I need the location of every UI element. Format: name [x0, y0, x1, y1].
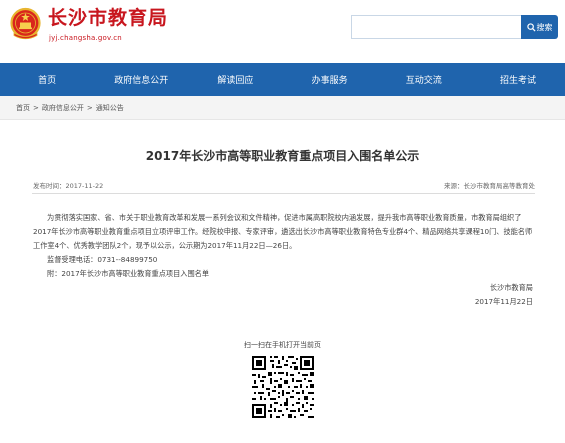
national-emblem-icon[interactable] [10, 7, 41, 41]
search-icon [526, 22, 536, 32]
signature-date: 2017年11月22日 [474, 297, 533, 306]
breadcrumb: 首页 > 政府信息公开 > 通知公告 [0, 96, 565, 120]
breadcrumb-notices[interactable]: 通知公告 [96, 103, 124, 113]
article-source: 来源：长沙市教育局高等教育处 [444, 182, 535, 190]
site-header: 长沙市教育局 jyj.changsha.gov.cn 搜索 [0, 0, 565, 62]
nav-item-interpretation[interactable]: 解读回应 [188, 63, 282, 96]
article-title: 2017年长沙市高等职业教育重点项目入围名单公示 [145, 149, 420, 163]
divider [32, 193, 535, 194]
article-paragraph: 为贯彻落实国家、省、市关于职业教育改革和发展一系列会议和文件精神，促进市属高职院… [33, 213, 533, 250]
article-paragraph-phone: 监督受理电话：0731--84899750 [47, 255, 158, 264]
breadcrumb-gov-info[interactable]: 政府信息公开 [42, 103, 84, 113]
breadcrumb-home[interactable]: 首页 [16, 103, 30, 113]
nav-item-home[interactable]: 首页 [0, 63, 94, 96]
search-button[interactable]: 搜索 [521, 15, 558, 39]
signature-org: 长沙市教育局 [489, 283, 533, 292]
article-attachment[interactable]: 附：2017年长沙市高等职业教育重点项目入围名单 [33, 267, 533, 281]
breadcrumb-separator: > [33, 103, 39, 112]
nav-item-admissions[interactable]: 招生考试 [471, 63, 565, 96]
site-domain: jyj.changsha.gov.cn [49, 34, 122, 42]
qr-caption: 扫一扫在手机打开当前页 [244, 341, 321, 349]
search-button-label: 搜索 [536, 22, 553, 32]
publish-date: 发布时间：2017-11-22 [33, 182, 104, 190]
nav-item-interaction[interactable]: 互动交流 [377, 63, 471, 96]
site-title[interactable]: 长沙市教育局 [48, 7, 168, 29]
article-body: 为贯彻落实国家、省、市关于职业教育改革和发展一系列会议和文件精神，促进市属高职院… [33, 211, 533, 309]
breadcrumb-separator: > [86, 103, 93, 112]
main-nav: 首页 政府信息公开 解读回应 办事服务 互动交流 招生考试 [0, 63, 565, 96]
search-input[interactable] [351, 15, 521, 39]
nav-item-services[interactable]: 办事服务 [283, 63, 377, 96]
nav-item-gov-info[interactable]: 政府信息公开 [94, 63, 188, 96]
qr-code-icon [250, 354, 316, 420]
